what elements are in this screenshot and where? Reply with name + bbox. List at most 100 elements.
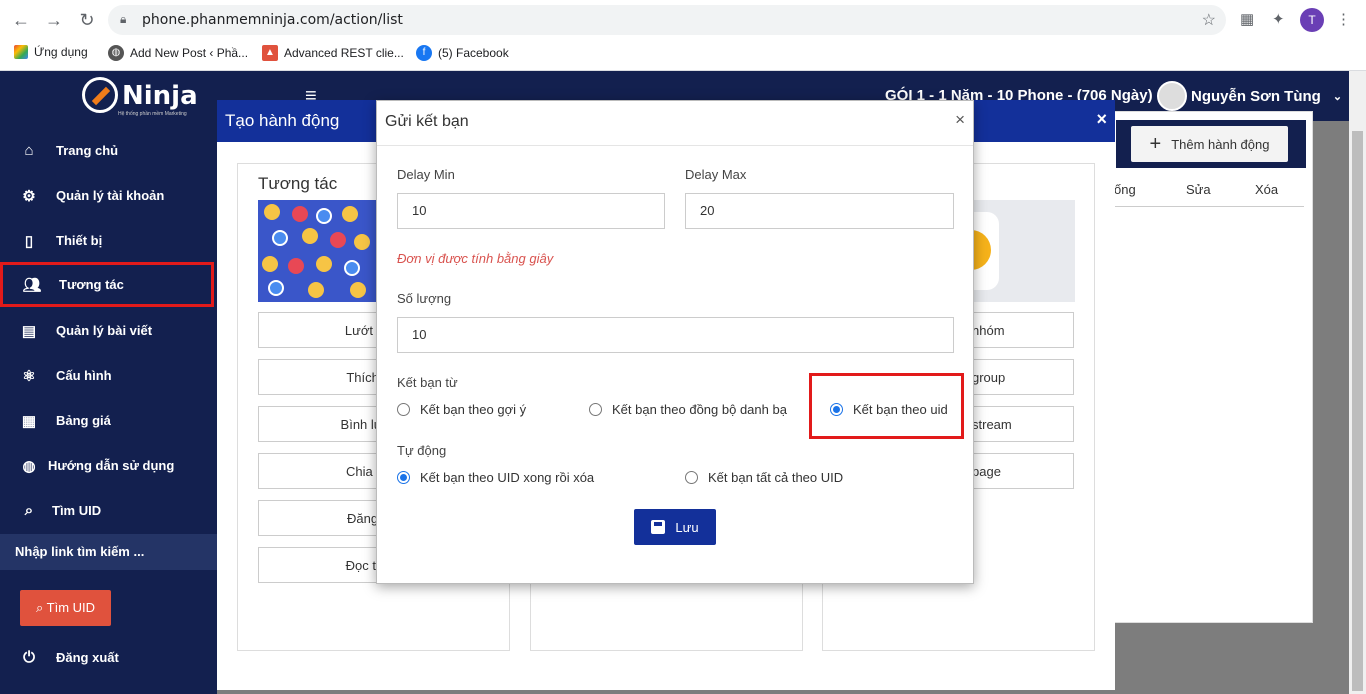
delay-min-label: Delay Min xyxy=(397,167,455,182)
sidebar-item-label: Tìm UID xyxy=(52,503,102,518)
qr-icon[interactable]: ▦ xyxy=(1240,10,1254,28)
sidebar-item-label: Trang chủ xyxy=(56,143,119,158)
globe-icon: ◍ xyxy=(108,45,124,61)
facebook-icon: f xyxy=(416,45,432,61)
user-name: Nguyễn Sơn Tùng xyxy=(1191,87,1321,105)
page-scrollbar[interactable] xyxy=(1349,71,1366,694)
apps-grid-icon xyxy=(14,45,28,59)
radio-label: Kết bạn theo đồng bộ danh bạ xyxy=(612,402,787,417)
bookmarks-bar: Ứng dụng ◍ Add New Post ‹ Phầ... ▲ Advan… xyxy=(0,40,1366,71)
extensions-icon[interactable]: ✦ xyxy=(1272,10,1285,28)
sidebar-item-label: Hướng dẫn sử dụng xyxy=(48,458,175,473)
bookmark-label: Advanced REST clie... xyxy=(284,46,404,60)
search-icon: ⌕ xyxy=(35,600,44,615)
column-header: Sửa xyxy=(1186,182,1211,197)
close-icon[interactable]: × xyxy=(955,110,965,130)
source-label: Kết bạn từ xyxy=(397,375,458,390)
radio-label: Kết bạn theo gợi ý xyxy=(420,402,527,417)
sidebar-search-input[interactable]: Nhập link tìm kiếm ... xyxy=(0,534,217,570)
reactions-image xyxy=(258,200,376,302)
save-label: Lưu xyxy=(675,519,699,535)
find-uid-button[interactable]: ⌕ Tìm UID xyxy=(20,590,111,626)
sidebar-item-label: Cấu hình xyxy=(56,368,112,383)
globe-icon: ◍ xyxy=(22,457,36,475)
sidebar-item-posts[interactable]: ▤ Quản lý bài viết xyxy=(0,308,217,353)
send-friend-request-dialog: Gửi kết bạn × Delay Min 10 Delay Max 20 … xyxy=(376,100,974,584)
back-icon[interactable]: ← xyxy=(9,8,33,32)
logo-text: Ninja xyxy=(122,81,198,111)
divider xyxy=(377,145,973,146)
sidebar-item-devices[interactable]: ▯ Thiết bị xyxy=(0,218,217,263)
action-list-panel: + Thêm hành động ống Sửa Xóa xyxy=(1113,111,1313,623)
radio-button[interactable] xyxy=(685,471,698,484)
panel-title: Tương tác xyxy=(258,174,338,193)
profile-avatar[interactable]: T xyxy=(1300,8,1324,32)
radio-button[interactable] xyxy=(397,403,410,416)
dialog-title: Gửi kết bạn xyxy=(385,113,469,130)
logo-tagline: Hệ thống phần mềm Marketing xyxy=(118,111,187,117)
sidebar-item-logout[interactable]: ⏻ Đăng xuất xyxy=(0,635,217,680)
auto-radio-delete[interactable]: Kết bạn theo UID xong rồi xóa xyxy=(397,470,594,485)
add-action-label: Thêm hành động xyxy=(1171,136,1270,152)
search-icon: ⌕ xyxy=(24,502,34,519)
delay-max-field[interactable]: 20 xyxy=(685,193,954,229)
close-icon[interactable]: × xyxy=(1096,109,1107,130)
sidebar-item-interaction[interactable]: 👥︎ Tương tác xyxy=(0,262,214,307)
quantity-field[interactable]: 10 xyxy=(397,317,954,353)
radio-label: Kết bạn theo UID xong rồi xóa xyxy=(420,470,595,485)
forward-icon[interactable]: → xyxy=(42,8,66,32)
add-action-button[interactable]: + Thêm hành động xyxy=(1131,126,1288,162)
scrollbar-thumb[interactable] xyxy=(1352,131,1363,691)
sidebar-item-label: Quản lý bài viết xyxy=(56,323,153,338)
sidebar-item-guide[interactable]: ◍ Hướng dẫn sử dụng xyxy=(0,443,217,488)
quantity-label: Số lượng xyxy=(397,291,452,306)
source-radio-contacts[interactable]: Kết bạn theo đồng bộ danh bạ xyxy=(589,402,787,417)
sidebar-item-label: Bảng giá xyxy=(56,413,111,428)
action-label: nhóm xyxy=(972,322,1005,338)
users-icon: 👥︎ xyxy=(22,276,42,294)
delay-min-field[interactable]: 10 xyxy=(397,193,665,229)
lock-icon: 🔒︎ xyxy=(120,12,127,26)
bookmark-label: Ứng dụng xyxy=(34,45,88,59)
phone-icon: ▯ xyxy=(24,232,34,250)
bookmark-add-post[interactable]: ◍ Add New Post ‹ Phầ... xyxy=(108,45,248,61)
address-bar[interactable]: 🔒︎ phone.phanmemninja.com/action/list ☆ xyxy=(108,5,1226,35)
reload-icon[interactable]: ↻ xyxy=(75,8,99,32)
unit-note: Đơn vị được tính bằng giây xyxy=(397,251,554,266)
save-button[interactable]: Lưu xyxy=(634,509,716,545)
power-icon: ⏻ xyxy=(23,649,35,666)
modal-title: Tạo hành động xyxy=(225,111,340,130)
atom-icon: ⚛ xyxy=(22,367,36,385)
save-disk-icon xyxy=(651,520,666,534)
sidebar-item-accounts[interactable]: ⚙ Quản lý tài khoản xyxy=(0,173,217,218)
bookmark-star-icon[interactable]: ☆ xyxy=(1202,10,1216,30)
menu-dots-icon[interactable]: ⋮ xyxy=(1336,10,1351,28)
sidebar-item-pricing[interactable]: ▦ Bảng giá xyxy=(0,398,217,443)
radio-button-selected[interactable] xyxy=(397,471,410,484)
radio-button[interactable] xyxy=(589,403,602,416)
avatar xyxy=(1157,81,1187,111)
url-text: phone.phanmemninja.com/action/list xyxy=(142,12,403,28)
action-list-toolbar: + Thêm hành động xyxy=(1116,120,1306,168)
column-header: Xóa xyxy=(1255,182,1279,197)
right-panel-image xyxy=(965,200,1075,302)
highlight-box xyxy=(809,373,964,439)
column-header: ống xyxy=(1114,182,1136,197)
find-uid-label: Tìm UID xyxy=(46,600,96,615)
user-menu[interactable]: Nguyễn Sơn Tùng ⌄ xyxy=(1157,81,1342,111)
bookmark-apps[interactable]: Ứng dụng xyxy=(14,45,88,59)
action-label: stream xyxy=(972,416,1012,432)
rest-client-icon: ▲ xyxy=(262,45,278,61)
sidebar-item-find-uid[interactable]: ⌕ Tìm UID xyxy=(0,488,217,533)
source-radio-suggest[interactable]: Kết bạn theo gợi ý xyxy=(397,402,526,417)
sidebar-item-config[interactable]: ⚛ Cấu hình xyxy=(0,353,217,398)
delay-max-label: Delay Max xyxy=(685,167,747,182)
sidebar-item-label: Thiết bị xyxy=(56,233,103,248)
auto-radio-all[interactable]: Kết bạn tất cả theo UID xyxy=(685,470,843,485)
bookmark-rest-client[interactable]: ▲ Advanced REST clie... xyxy=(262,45,404,61)
action-label: page xyxy=(972,463,1001,479)
bookmark-facebook[interactable]: f (5) Facebook xyxy=(416,45,509,61)
ninja-logo[interactable]: Ninja Hệ thống phần mềm Marketing xyxy=(78,75,198,119)
sidebar-item-home[interactable]: ⌂ Trang chủ xyxy=(0,128,217,173)
plus-icon: + xyxy=(1149,132,1162,155)
